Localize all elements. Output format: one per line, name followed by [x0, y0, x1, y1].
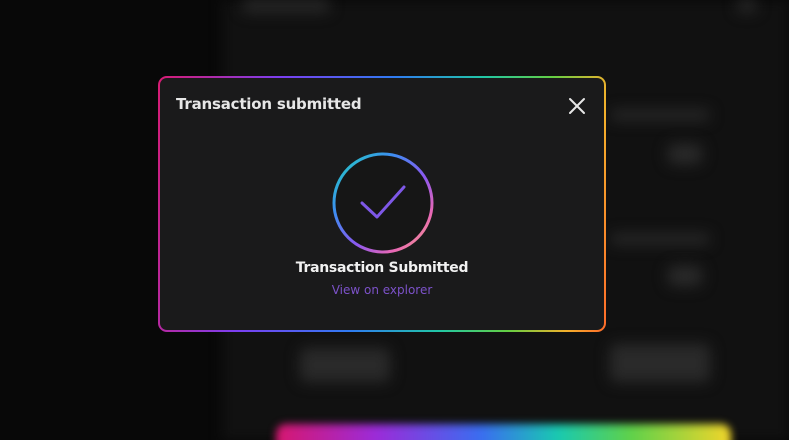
background-row-chip [668, 144, 702, 164]
close-icon [569, 98, 585, 114]
background-row-chip [668, 266, 702, 286]
transaction-modal-border: Transaction submitted Transaction Submit… [158, 76, 606, 332]
close-button[interactable] [568, 97, 586, 115]
background-menu-icon [737, 0, 757, 12]
modal-title: Transaction submitted [176, 95, 362, 113]
background-header-bar [242, 0, 330, 12]
background-footer-block [300, 348, 390, 382]
view-on-explorer-link[interactable]: View on explorer [160, 283, 604, 297]
transaction-modal: Transaction submitted Transaction Submit… [160, 78, 604, 330]
background-footer-block [610, 344, 710, 382]
background-row-label [610, 234, 710, 244]
checkmark-circle-icon [332, 152, 434, 254]
background-row-label [610, 110, 710, 120]
background-gradient-button [276, 424, 731, 440]
app-background: Transaction submitted Transaction Submit… [0, 0, 789, 440]
transaction-status-text: Transaction Submitted [295, 260, 469, 276]
